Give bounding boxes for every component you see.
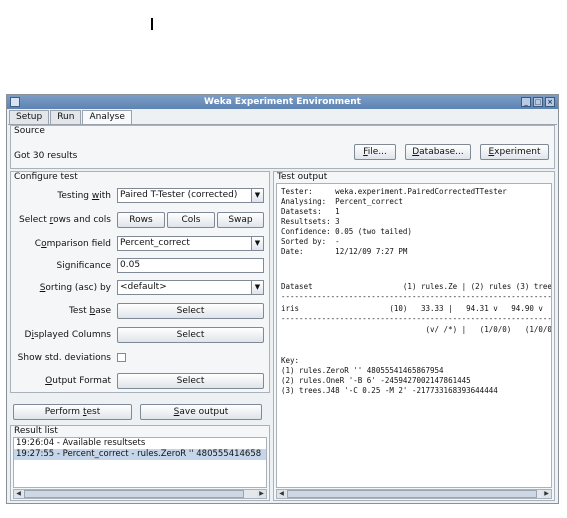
experiment-window: Weka Experiment Environment _ □ × Setup … xyxy=(6,94,559,504)
list-item[interactable]: 19:27:55 - Percent_correct - rules.ZeroR… xyxy=(14,449,266,460)
database-button[interactable]: Database... xyxy=(405,144,471,160)
result-list-title: Result list xyxy=(14,426,58,436)
configure-title: Configure test xyxy=(14,172,78,182)
sorting-select[interactable]: <default> ▼ xyxy=(117,280,264,295)
perform-test-button[interactable]: Perform test xyxy=(13,404,132,420)
weka-app-icon xyxy=(10,97,20,107)
output-line: (2) rules.OneR '-B 6' -24594270021478614… xyxy=(281,376,471,385)
comparison-field-select[interactable]: Percent_correct ▼ xyxy=(117,236,264,251)
maximize-icon[interactable]: □ xyxy=(533,97,543,107)
title-bar[interactable]: Weka Experiment Environment _ □ × xyxy=(7,95,558,109)
minimize-icon[interactable]: _ xyxy=(521,97,531,107)
test-base-label: Test base xyxy=(68,306,111,316)
significance-label: Significance xyxy=(56,261,111,271)
window-title: Weka Experiment Environment xyxy=(204,97,361,107)
close-icon[interactable]: × xyxy=(545,97,555,107)
tab-run[interactable]: Run xyxy=(50,110,82,124)
output-line: ----------------------------------------… xyxy=(281,314,552,323)
output-line: Datasets: 1 xyxy=(281,207,340,216)
scroll-left-icon[interactable]: ◀ xyxy=(277,490,286,498)
displayed-columns-label: Displayed Columns xyxy=(24,330,111,340)
tab-analyse[interactable]: Analyse xyxy=(82,110,132,125)
list-item[interactable]: 19:26:04 - Available resultsets xyxy=(14,438,266,449)
testing-with-select[interactable]: Paired T-Tester (corrected) ▼ xyxy=(117,188,264,203)
scroll-right-icon[interactable]: ▶ xyxy=(257,490,266,498)
rows-button[interactable]: Rows xyxy=(117,212,165,228)
output-line: Confidence: 0.05 (two tailed) xyxy=(281,227,412,236)
output-line: Key: xyxy=(281,356,300,365)
significance-input[interactable]: 0.05 xyxy=(117,258,264,273)
output-line: Analysing: Percent_correct xyxy=(281,197,403,206)
scroll-left-icon[interactable]: ◀ xyxy=(14,490,23,498)
output-line: Dataset (1) rules.Ze | (2) rules (3) tre… xyxy=(281,282,552,291)
test-output-scrollbar[interactable]: ◀ ▶ xyxy=(276,489,552,499)
tab-setup[interactable]: Setup xyxy=(9,110,50,124)
comparison-field-label: Comparison field xyxy=(34,239,111,249)
select-rows-cols-label: Select rows and cols xyxy=(18,215,111,225)
results-status: Got 30 results xyxy=(14,151,78,161)
output-line: ----------------------------------------… xyxy=(281,292,552,301)
output-line: (1) rules.ZeroR '' 48055541465867954 xyxy=(281,366,444,375)
displayed-columns-select-button[interactable]: Select xyxy=(117,327,264,343)
chevron-down-icon: ▼ xyxy=(251,189,263,202)
output-line: (3) trees.J48 '-C 0.25 -M 2' -2177331683… xyxy=(281,386,498,395)
test-output-title: Test output xyxy=(277,172,328,182)
output-line: Resultsets: 3 xyxy=(281,217,340,226)
scrollbar-thumb[interactable] xyxy=(24,490,244,498)
test-output-text[interactable]: Tester: weka.experiment.PairedCorrectedT… xyxy=(276,183,552,488)
show-std-checkbox[interactable] xyxy=(117,353,126,362)
output-format-label: Output Format xyxy=(45,376,111,386)
sorting-label: Sorting (asc) by xyxy=(39,283,111,293)
output-line: Sorted by: - xyxy=(281,237,340,246)
output-line: iris (10) 33.33 | 94.31 v 94.90 v xyxy=(281,304,543,313)
source-title: Source xyxy=(14,126,45,136)
scroll-right-icon[interactable]: ▶ xyxy=(542,490,551,498)
scrollbar-thumb[interactable] xyxy=(287,490,537,498)
output-line: Tester: weka.experiment.PairedCorrectedT… xyxy=(281,187,507,196)
show-std-label: Show std. deviations xyxy=(17,353,111,363)
tab-bar: Setup Run Analyse xyxy=(9,110,133,125)
source-panel: Source Got 30 results File... Database..… xyxy=(10,125,555,169)
experiment-button[interactable]: Experiment xyxy=(480,144,549,160)
chevron-down-icon: ▼ xyxy=(251,281,263,294)
chevron-down-icon: ▼ xyxy=(251,237,263,250)
cols-button[interactable]: Cols xyxy=(167,212,215,228)
testing-with-label: Testing with xyxy=(57,191,111,201)
save-output-button[interactable]: Save output xyxy=(140,404,262,420)
test-output-panel: Test output Tester: weka.experiment.Pair… xyxy=(273,171,555,501)
result-list-panel: Result list 19:26:04 - Available results… xyxy=(10,425,270,501)
result-list-box: 19:26:04 - Available resultsets 19:27:55… xyxy=(13,437,267,488)
test-base-select-button[interactable]: Select xyxy=(117,303,264,319)
output-format-select-button[interactable]: Select xyxy=(117,373,264,389)
page-mark xyxy=(151,18,153,30)
result-list-scrollbar[interactable]: ◀ ▶ xyxy=(13,489,267,499)
output-line: Date: 12/12/09 7:27 PM xyxy=(281,247,408,256)
output-line: (v/ /*) | (1/0/0) (1/0/0) xyxy=(281,325,552,334)
configure-test-panel: Configure test Testing with Paired T-Tes… xyxy=(10,171,270,393)
file-button[interactable]: File... xyxy=(354,144,396,160)
swap-button[interactable]: Swap xyxy=(217,212,264,228)
